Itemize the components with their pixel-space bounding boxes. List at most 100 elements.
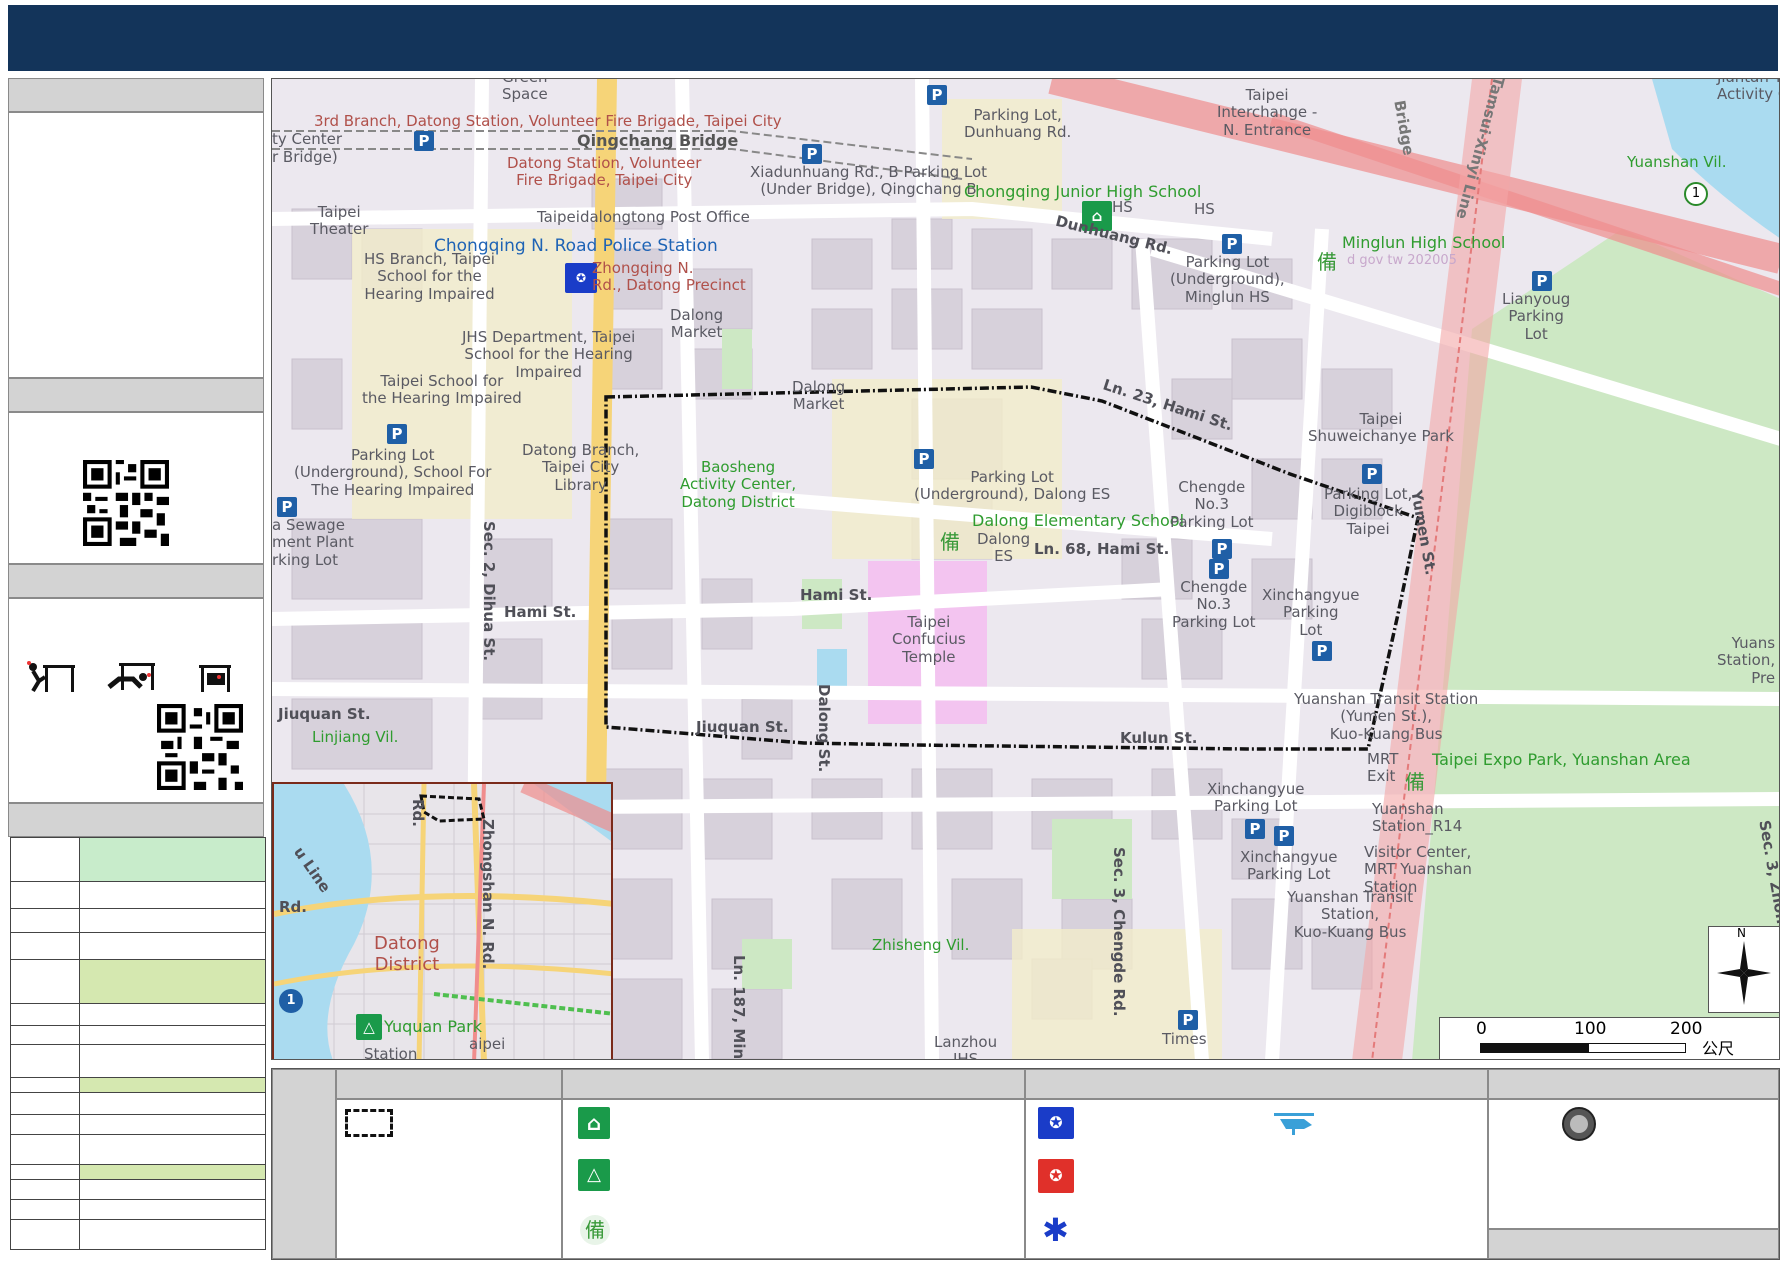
label-dalong-es-short: Dalong ES [977,530,1031,566]
parking-icon[interactable]: P [1209,559,1229,579]
scale-tick-100: 100 [1574,1019,1607,1039]
parking-icon[interactable]: P [387,424,407,444]
label-expo-park: Taipei Expo Park, Yuanshan Area [1432,750,1691,769]
table-cell-highlight-olive [79,1164,266,1180]
parking-icon[interactable]: P [1222,234,1242,254]
parking-icon[interactable]: P [1274,826,1294,846]
table-cell [79,1003,266,1026]
table-cell [79,881,266,909]
qr-code-icon-2[interactable] [157,704,243,790]
table-cell [79,1219,266,1250]
legend-col-header-shelter [562,1069,1025,1099]
label-hami-st-2: Hami St. [504,603,577,621]
panel-qr-body [8,412,264,564]
label-fire-brigade-3rd: 3rd Branch, Datong Station, Volunteer Fi… [314,112,782,130]
parking-icon[interactable]: P [802,144,822,164]
label-chengde-no3-a: Chengde No.3 Parking Lot [1170,478,1254,531]
table-cell [10,1164,80,1180]
label-dihua-st: Sec. 2, Dihua St. [480,521,498,662]
table-cell [10,932,80,960]
title-bar [8,5,1778,71]
label-kulun: Kulun St. [1120,729,1198,747]
legend-col-header-boundary [336,1069,562,1099]
parking-icon[interactable]: P [914,449,934,469]
medical-legend-icon: ✱ [1042,1211,1069,1249]
north-arrow: N [1708,926,1779,1013]
label-datong-station-fire: Datong Station, Volunteer Fire Brigade, T… [507,154,702,190]
label-ln187: Ln. 187, Min [730,955,748,1060]
label-jiuquan-2: Jiuquan St. [696,718,789,736]
table-cell [79,1044,266,1078]
legend: ⌂ △ 備 ✪ ✪ ✱ [271,1068,1780,1260]
scale-unit: 公尺 [1702,1039,1735,1058]
label-r-bridge: r Bridge) [272,148,338,166]
label-parking-minglun: Parking Lot (Underground), Minglun HS [1170,253,1285,306]
table-cell [79,1134,266,1165]
boundary-legend-icon [345,1109,393,1137]
evacuation-park-legend-icon: △ [578,1159,610,1191]
parking-icon[interactable]: P [1312,641,1332,661]
table-cell [10,881,80,909]
label-faded-text: d gov tw 202005 [1347,253,1457,268]
label-dalong-market-1: Dalong Market [670,306,724,342]
table-cell [10,1199,80,1220]
label-dalong-market-2: Dalong Market [792,378,846,414]
parking-icon[interactable]: P [1212,539,1232,559]
table-cell [79,1114,266,1135]
label-xinchangyue-3: Xinchangyue Parking Lot [1240,848,1338,884]
table-cell-highlight-olive [79,959,266,1004]
label-confucius: Taipei Confucius Temple [892,613,966,666]
legend-col-agencies [1025,1099,1488,1259]
backup-icon: 備 [940,530,960,554]
label-jiantan: Jiantan YoActivity Ce [1717,79,1779,104]
label-hs-branch: HS Branch, Taipei School for the Hearing I… [364,250,495,303]
shelter-marker-icon[interactable]: 1 [1684,182,1708,206]
label-xinchangyue-2: Xinchangyue Parking Lot [1207,780,1305,816]
cover-icon [107,663,155,690]
label-shuweichanye: Taipei Shuweichanye Park [1308,410,1454,446]
table-cell [10,1044,80,1078]
label-parking-dunhuang: Parking Lot, Dunhuang Rd. [964,106,1072,142]
label-green-space: GreenSpace [502,79,548,104]
table-cell [10,1134,80,1165]
label-ty-center: ty Center [272,130,343,148]
parking-icon[interactable]: P [414,131,434,151]
label-datong-branch-library: Datong Branch, Taipei City Library [522,441,640,494]
label-mrt-exit: MRT Exit [1367,750,1399,786]
legend-col-header-other [1488,1069,1779,1099]
label-yuanshan-r14: Yuanshan Station_R14 [1372,800,1463,836]
label-yuanshan-transit-2: Yuanshan Transit Station, Kuo-Kuang Bus [1287,888,1414,941]
table-cell-highlight-green [79,837,266,882]
shelter-legend-icon: ⌂ [578,1107,610,1139]
label-post-office: Taipeidalongtong Post Office [537,208,750,226]
label-sewage-plant: a Sewage ment Plant rking Lot [272,516,354,569]
label-zhisheng: Zhisheng Vil. [872,936,970,954]
parking-icon[interactable]: P [277,497,297,517]
table-cell [10,1077,80,1093]
table-cell [79,908,266,933]
label-dalong-st: Dalong St. [815,684,833,773]
police-legend-icon: ✪ [1038,1107,1074,1139]
label-hs-1: HS [1112,198,1133,216]
parking-icon[interactable]: P [1178,1010,1198,1030]
inset-locator-map[interactable]: Datong District Yuquan Park Zhongshan N. … [272,782,613,1059]
label-dalong-es: Dalong Elementary School [972,511,1185,530]
parking-icon[interactable]: P [927,85,947,105]
panel-header-info-table [8,803,264,837]
label-inset-rd2: Rd. [409,799,427,827]
parking-icon[interactable]: P [1245,819,1265,839]
label-lanzhou: Lanzhou JHS [934,1033,998,1060]
parking-icon[interactable]: P [1532,271,1552,291]
table-cell [79,1199,266,1220]
compass-icon [1717,941,1771,1005]
table-cell [10,1092,80,1115]
backup-legend-icon: 備 [580,1215,610,1245]
fire-legend-icon: ✪ [1038,1159,1074,1193]
parking-icon[interactable]: P [1362,464,1382,484]
table-cell [10,1179,80,1200]
label-chongqing-jhs: Chongqing Junior High School [964,182,1202,201]
backup-icon: 備 [1317,250,1337,274]
qr-code-icon[interactable] [83,460,169,546]
label-times: Times [1162,1030,1207,1048]
map-view[interactable]: GreenSpace 3rd Branch, Datong Station, V… [271,78,1780,1060]
